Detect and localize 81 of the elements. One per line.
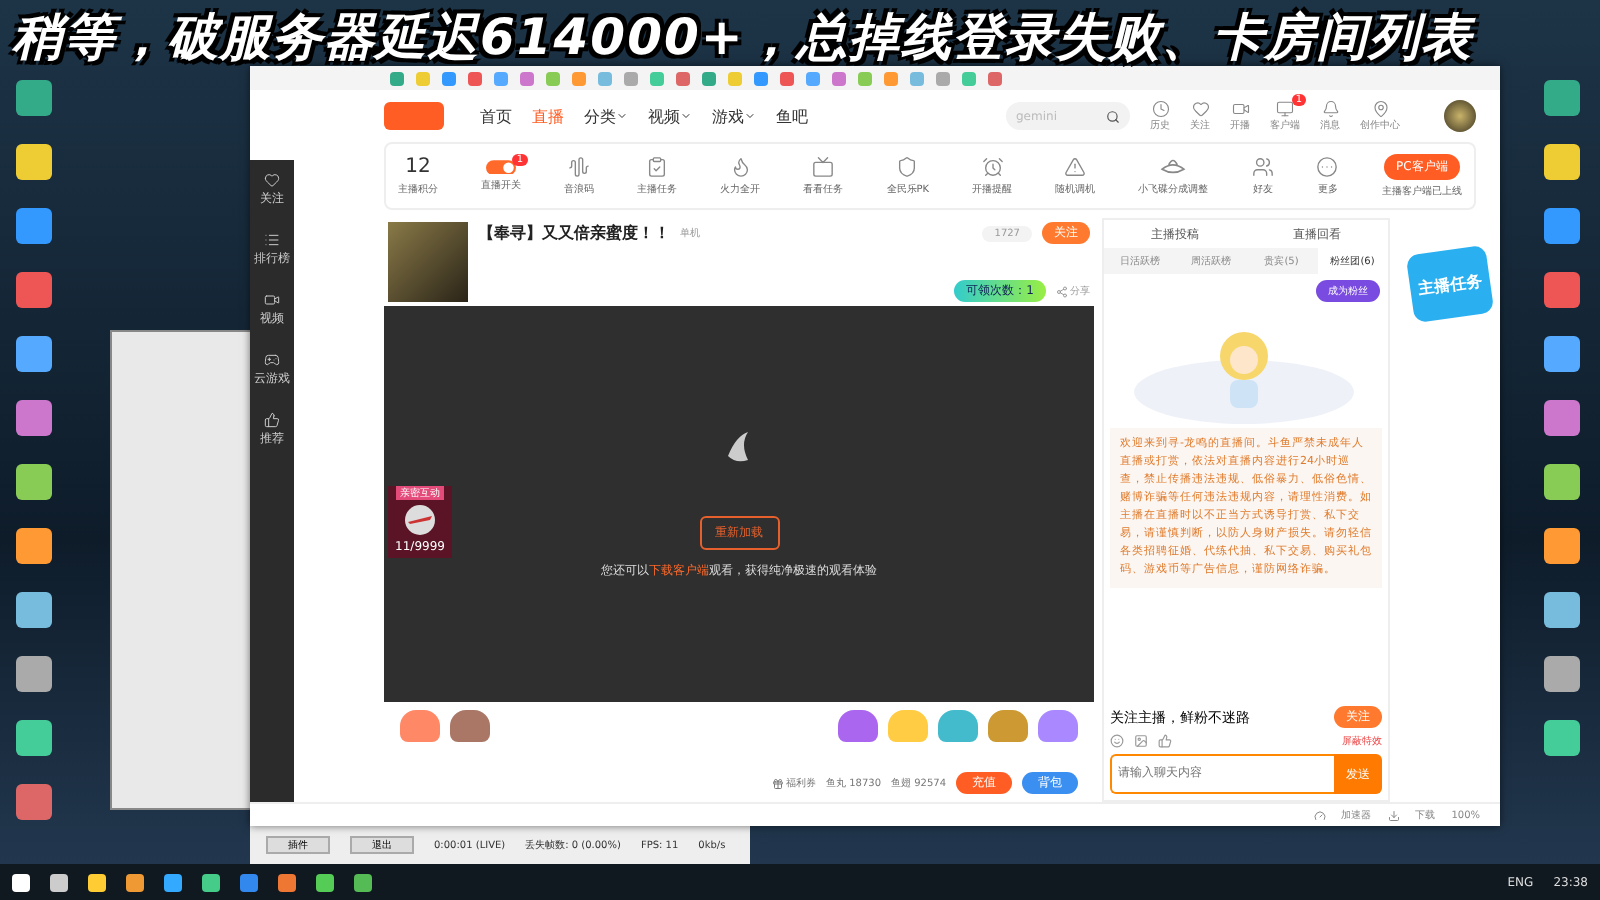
- taskbar-icon[interactable]: [50, 873, 68, 891]
- desktop-icon[interactable]: [1544, 336, 1580, 372]
- caption: 稍等，破服务器延迟614000+，总掉线登录失败、卡房间列表: [12, 5, 1473, 69]
- nav-link[interactable]: 首页: [480, 105, 512, 127]
- thumb-icon: [264, 412, 280, 428]
- alarm-icon: [981, 156, 1004, 178]
- gift-icon[interactable]: [450, 710, 490, 743]
- taskbar-icon[interactable]: [126, 873, 144, 891]
- desktop-icon[interactable]: [1544, 720, 1580, 756]
- pin-icon: [1371, 100, 1389, 118]
- nav-link[interactable]: 分类: [584, 105, 628, 127]
- desktop-icon[interactable]: [16, 464, 52, 500]
- gift-icon[interactable]: [400, 710, 440, 743]
- heart-icon: [264, 172, 280, 188]
- desktop-icon[interactable]: [1544, 272, 1580, 308]
- emoji-icon[interactable]: [1110, 734, 1124, 748]
- users-icon: [1251, 156, 1274, 178]
- desktop-icon[interactable]: [16, 784, 52, 820]
- caret-icon: [616, 110, 628, 122]
- monitor-icon: [1276, 100, 1294, 118]
- list-icon: [264, 232, 280, 248]
- desktop-icon[interactable]: [1544, 80, 1580, 116]
- like-icon[interactable]: [1158, 734, 1172, 748]
- taskbar-icon[interactable]: [12, 873, 30, 891]
- more-icon: [1316, 156, 1339, 178]
- desktop-icon[interactable]: [1544, 528, 1580, 564]
- share-icon: [1056, 285, 1068, 297]
- gift-icon[interactable]: [838, 710, 878, 743]
- gamepad-icon: [264, 352, 280, 368]
- video-icon: [1231, 100, 1249, 118]
- gift-icon: [772, 777, 784, 789]
- score-value: 12: [405, 156, 431, 178]
- image-icon[interactable]: [1134, 734, 1148, 748]
- caret-icon: [680, 110, 692, 122]
- room-title: 【奉寻】又又倍亲蜜度！！: [478, 222, 670, 244]
- desktop-icon[interactable]: [16, 656, 52, 692]
- taskbar-icon[interactable]: [278, 873, 296, 891]
- desktop-icon[interactable]: [1544, 656, 1580, 692]
- desktop-icon[interactable]: [16, 80, 52, 116]
- heart-icon: [1191, 100, 1209, 118]
- triangle-icon: [1064, 156, 1087, 178]
- ad-icon: [812, 156, 835, 178]
- taskbar-icon[interactable]: [202, 873, 220, 891]
- caret-icon: [744, 110, 756, 122]
- nav-link[interactable]: 视频: [648, 105, 692, 127]
- streamer-avatar[interactable]: [388, 222, 468, 302]
- desktop-icon[interactable]: [16, 400, 52, 436]
- nav-link[interactable]: 鱼吧: [776, 105, 808, 127]
- gift-icon[interactable]: [1038, 710, 1078, 743]
- desktop-icon[interactable]: [16, 592, 52, 628]
- desktop-icon[interactable]: [16, 144, 52, 180]
- wave-icon: [568, 156, 591, 178]
- download-icon: [1387, 809, 1400, 821]
- desktop-icon[interactable]: [1544, 464, 1580, 500]
- clipboard-icon: [646, 156, 669, 178]
- desktop-icon[interactable]: [16, 528, 52, 564]
- search-icon: [1106, 109, 1120, 123]
- desktop-icon[interactable]: [1544, 592, 1580, 628]
- desktop-icon[interactable]: [16, 336, 52, 372]
- flame-icon: [729, 156, 752, 178]
- taskbar-icon[interactable]: [316, 873, 334, 891]
- nav-link[interactable]: 游戏: [712, 105, 756, 127]
- taskbar-icon[interactable]: [354, 873, 372, 891]
- gift-icon[interactable]: [938, 710, 978, 743]
- toggle-icon: [486, 159, 517, 175]
- clock-icon: [1151, 100, 1169, 118]
- shield-icon: [896, 156, 919, 178]
- video-icon: [264, 292, 280, 308]
- avatar[interactable]: [1444, 100, 1476, 132]
- desktop-icon[interactable]: [1544, 208, 1580, 244]
- desktop-icon[interactable]: [1544, 400, 1580, 436]
- desktop-icon[interactable]: [16, 720, 52, 756]
- desktop-icon[interactable]: [16, 272, 52, 308]
- desktop-icon[interactable]: [16, 208, 52, 244]
- taskbar-icon[interactable]: [88, 873, 106, 891]
- gift-icon[interactable]: [988, 710, 1028, 743]
- speed-icon: [1313, 809, 1326, 821]
- bell-icon: [1321, 100, 1339, 118]
- desktop-icon[interactable]: [1544, 144, 1580, 180]
- ufo-icon: [1160, 156, 1187, 178]
- taskbar-icon[interactable]: [164, 873, 182, 891]
